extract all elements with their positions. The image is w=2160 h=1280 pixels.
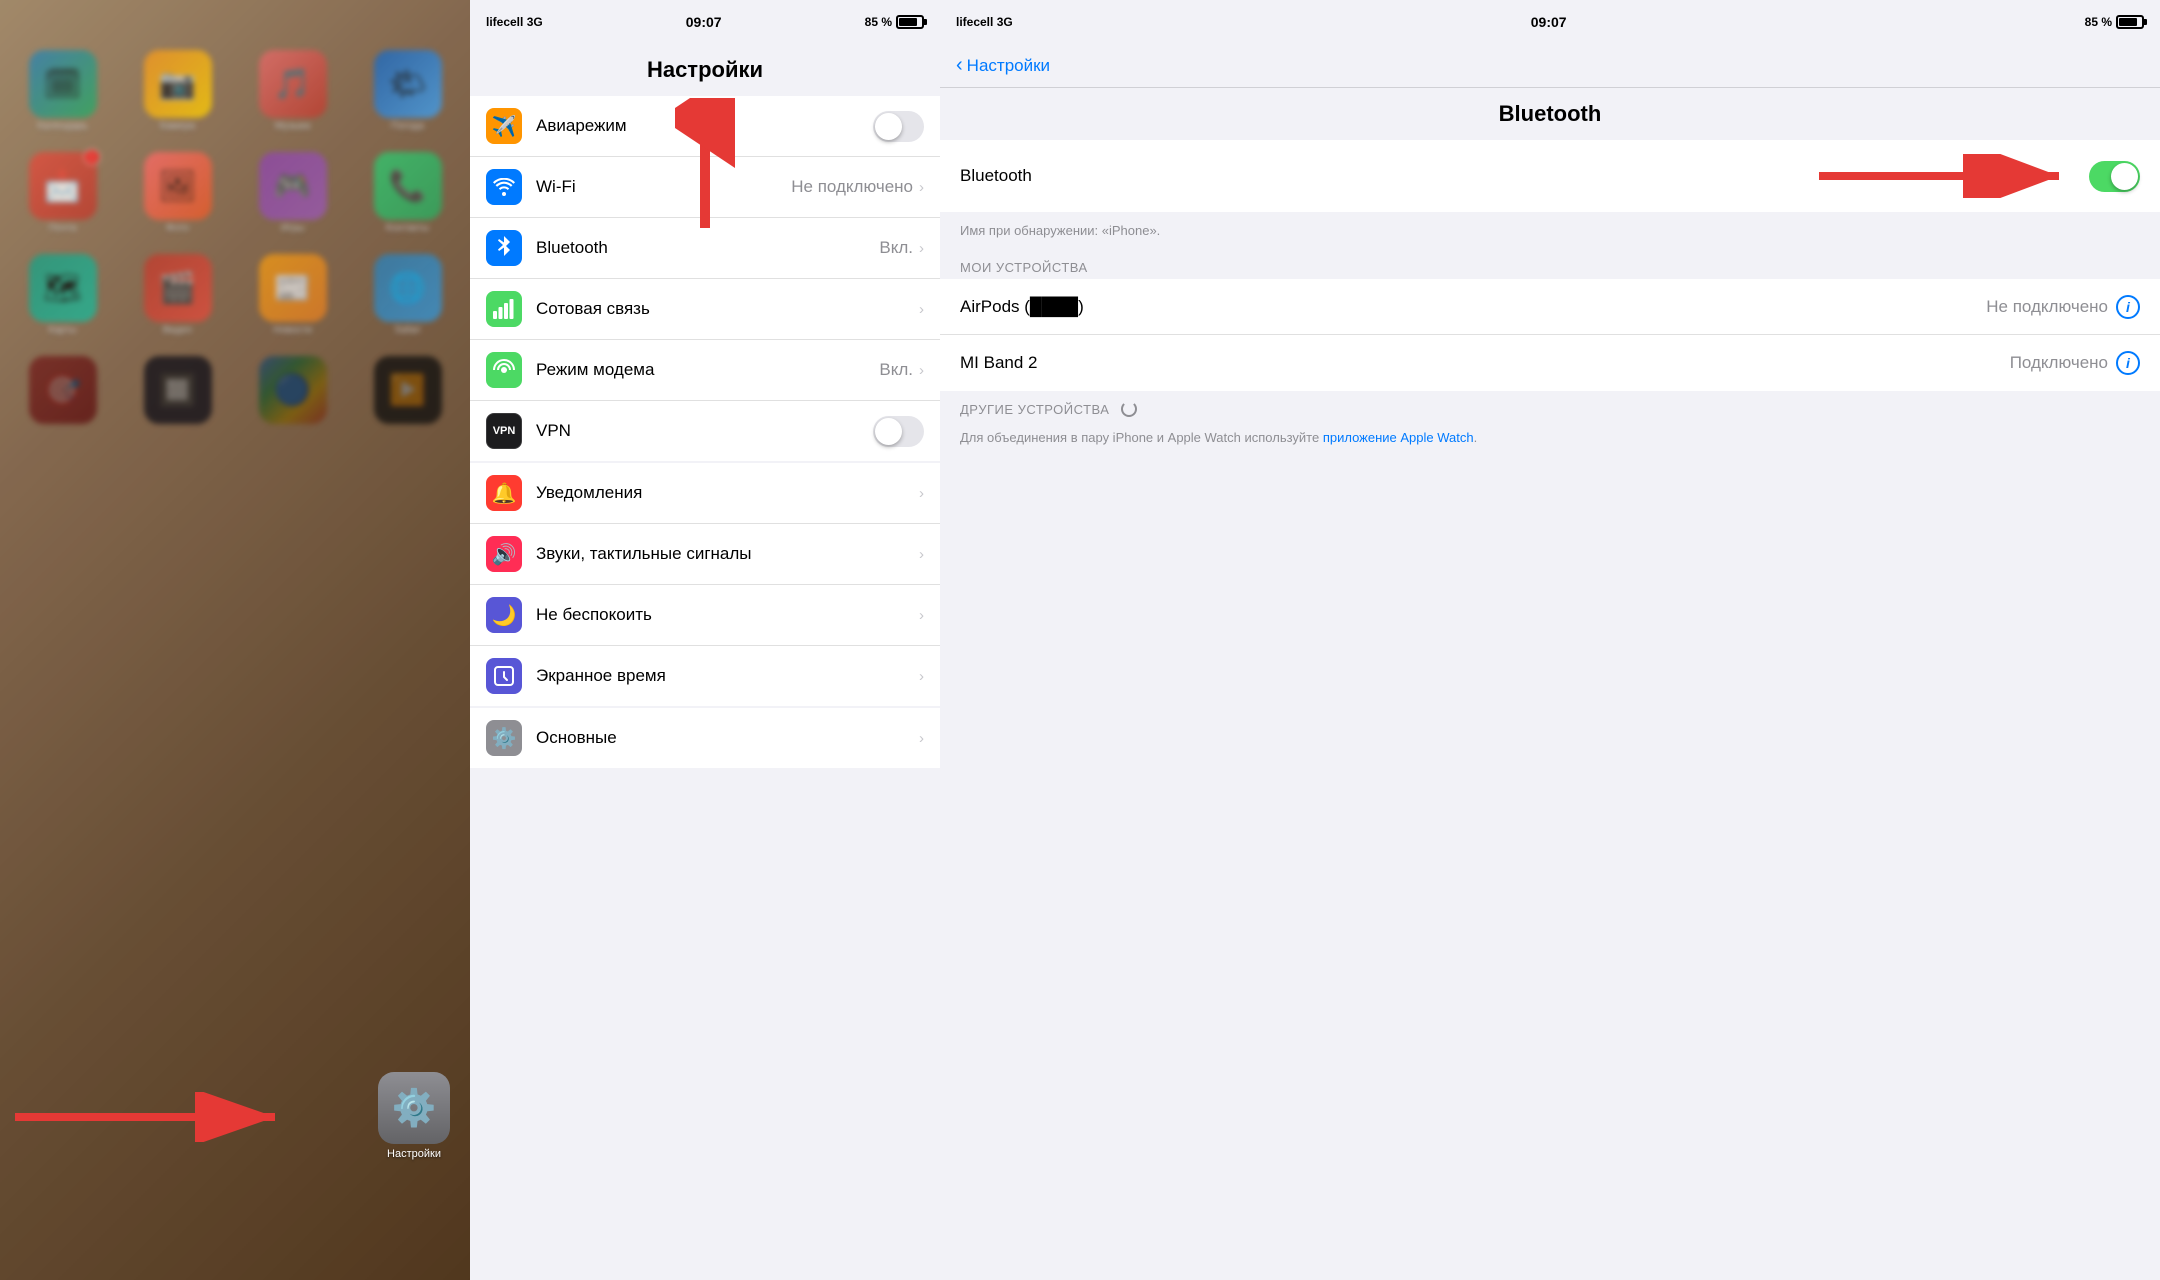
wifi-value: Не подключено [791, 177, 913, 197]
airpods-label: AirPods (████) [960, 297, 1986, 317]
my-devices-section: AirPods (████) Не подключено i MI Band 2… [940, 279, 2160, 391]
hotspot-chevron: › [919, 362, 924, 379]
bt-toggle-row[interactable]: Bluetooth [940, 140, 2160, 212]
notifications-icon: 🔔 [486, 475, 522, 511]
cellular-row[interactable]: Сотовая связь › [470, 279, 940, 340]
airplane-toggle[interactable] [873, 111, 924, 142]
settings-title-bar: Настройки [470, 44, 940, 96]
bt-toggle-label: Bluetooth [960, 166, 1819, 186]
wifi-chevron: › [919, 179, 924, 196]
battery-status: 85 % [865, 15, 924, 29]
carrier-text: lifecell 3G [486, 15, 543, 29]
miband-label: MI Band 2 [960, 353, 2010, 373]
miband-info-button[interactable]: i [2116, 351, 2140, 375]
my-devices-header: МОИ УСТРОЙСТВА [940, 252, 2160, 279]
notifications-chevron: › [919, 485, 924, 502]
bt-battery-icon [2116, 15, 2144, 29]
cellular-icon [486, 291, 522, 327]
screen-time-icon [486, 658, 522, 694]
bluetooth-chevron: › [919, 240, 924, 257]
settings-icon: ⚙️ [378, 1072, 450, 1144]
notifications-label: Уведомления [536, 483, 919, 503]
bt-title-bar: Bluetooth [940, 88, 2160, 140]
general-row[interactable]: ⚙️ Основные › [470, 708, 940, 768]
bt-title: Bluetooth [1499, 101, 1602, 127]
bt-carrier: lifecell 3G [956, 15, 1013, 29]
bt-battery-percent: 85 % [2085, 15, 2112, 29]
other-devices-text: Для объединения в пару iPhone и Apple Wa… [960, 430, 1323, 445]
sounds-icon: 🔊 [486, 536, 522, 572]
bluetooth-row[interactable]: Bluetooth Вкл. › [470, 218, 940, 279]
dnd-row[interactable]: 🌙 Не беспокоить › [470, 585, 940, 646]
bt-nav-bar: ‹ Настройки [940, 44, 2160, 88]
miband-row[interactable]: MI Band 2 Подключено i [940, 335, 2160, 391]
hotspot-label: Режим модема [536, 360, 879, 380]
wifi-icon [486, 169, 522, 205]
other-devices-text2: . [1474, 430, 1478, 445]
back-button[interactable]: Настройки [967, 56, 1050, 76]
hotspot-icon [486, 352, 522, 388]
bluetooth-icon [486, 230, 522, 266]
bluetooth-detail-panel: lifecell 3G 09:07 85 % ‹ Настройки Bluet… [940, 0, 2160, 1280]
back-chevron-icon[interactable]: ‹ [956, 54, 963, 77]
arrow-to-toggle [1819, 154, 2079, 198]
sounds-label: Звуки, тактильные сигналы [536, 544, 919, 564]
discovery-name-section: Имя при обнаружении: «iPhone». [940, 214, 2160, 252]
general-label: Основные [536, 728, 919, 748]
battery-icon [896, 15, 924, 29]
cellular-chevron: › [919, 301, 924, 318]
bt-toggle-section: Bluetooth [940, 140, 2160, 212]
network-section: ✈️ Авиарежим Wi-Fi Не подключено › Bluet… [470, 96, 940, 461]
other-devices-header: ДРУГИЕ УСТРОЙСТВА [960, 402, 1109, 417]
cellular-label: Сотовая связь [536, 299, 919, 319]
bt-status-bar: lifecell 3G 09:07 85 % [940, 0, 2160, 44]
miband-status: Подключено [2010, 353, 2108, 373]
bluetooth-toggle[interactable] [2089, 161, 2140, 192]
arrow-up-bluetooth [675, 98, 735, 233]
sounds-chevron: › [919, 546, 924, 563]
arrow-to-settings [15, 1092, 295, 1142]
other-devices-info: Для объединения в пару iPhone и Apple Wa… [940, 421, 2160, 459]
settings-panel: lifecell 3G 09:07 85 % Настройки ✈️ Авиа… [470, 0, 940, 1280]
general-chevron: › [919, 730, 924, 747]
battery-percent: 85 % [865, 15, 892, 29]
airpods-info-button[interactable]: i [2116, 295, 2140, 319]
screen-time-row[interactable]: Экранное время › [470, 646, 940, 706]
apple-watch-link[interactable]: приложение Apple Watch [1323, 430, 1474, 445]
bt-time: 09:07 [1531, 14, 1567, 30]
wifi-label: Wi-Fi [536, 177, 791, 197]
vpn-toggle[interactable] [873, 416, 924, 447]
vpn-row[interactable]: VPN VPN [470, 401, 940, 461]
dnd-chevron: › [919, 607, 924, 624]
dnd-label: Не беспокоить [536, 605, 919, 625]
vpn-label: VPN [536, 421, 873, 441]
bluetooth-value: Вкл. [879, 238, 913, 258]
other-devices-header-row: ДРУГИЕ УСТРОЙСТВА [940, 393, 2160, 421]
airpods-row[interactable]: AirPods (████) Не подключено i [940, 279, 2160, 335]
time-text: 09:07 [686, 14, 722, 30]
general-icon: ⚙️ [486, 720, 522, 756]
scanning-spinner [1121, 401, 1137, 417]
notifications-row[interactable]: 🔔 Уведомления › [470, 463, 940, 524]
bluetooth-label: Bluetooth [536, 238, 879, 258]
settings-status-bar: lifecell 3G 09:07 85 % [470, 0, 940, 44]
screen-time-label: Экранное время [536, 666, 919, 686]
hotspot-row[interactable]: Режим модема Вкл. › [470, 340, 940, 401]
dnd-icon: 🌙 [486, 597, 522, 633]
notifications-section: 🔔 Уведомления › 🔊 Звуки, тактильные сигн… [470, 463, 940, 706]
screen-time-chevron: › [919, 668, 924, 685]
hotspot-value: Вкл. [879, 360, 913, 380]
settings-app-icon[interactable]: ⚙️ Настройки [378, 1072, 450, 1160]
airpods-status: Не подключено [1986, 297, 2108, 317]
settings-app-label: Настройки [387, 1148, 441, 1160]
vpn-icon: VPN [486, 413, 522, 449]
airplane-icon: ✈️ [486, 108, 522, 144]
settings-title: Настройки [647, 57, 763, 83]
bt-battery: 85 % [2085, 15, 2144, 29]
discovery-text: Имя при обнаружении: «iPhone». [960, 223, 1160, 238]
home-screen: 🗓 Календарь 📷 Камера 🎵 Музыка 🌤 Погода 📩 [0, 0, 470, 1280]
general-section: ⚙️ Основные › [470, 708, 940, 768]
sounds-row[interactable]: 🔊 Звуки, тактильные сигналы › [470, 524, 940, 585]
